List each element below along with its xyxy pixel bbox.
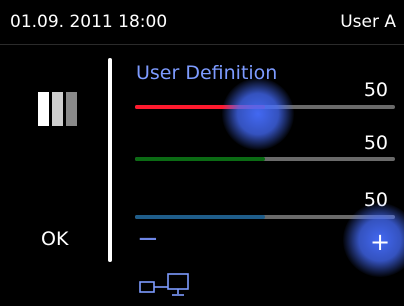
swatch-bar-3 <box>66 92 77 126</box>
ok-button[interactable]: OK <box>41 228 68 250</box>
blue-slider-fill <box>135 215 265 219</box>
swatch-bar-1 <box>38 92 49 126</box>
divider <box>108 58 112 262</box>
blue-slider-track[interactable] <box>135 215 395 219</box>
green-slider-fill <box>135 157 265 161</box>
page-title: User Definition <box>136 62 278 84</box>
red-slider-track[interactable] <box>135 105 395 109</box>
color-swatch[interactable] <box>38 92 78 126</box>
minus-button[interactable]: − <box>137 226 159 252</box>
swatch-bar-2 <box>52 92 63 126</box>
slider-knob-glow[interactable] <box>222 78 294 150</box>
red-value: 50 <box>363 79 388 101</box>
screen: 01.09. 2011 18:00 User A OK User Definit… <box>0 0 404 306</box>
connection-icon[interactable] <box>138 270 194 300</box>
user-label[interactable]: User A <box>340 12 396 32</box>
datetime-label: 01.09. 2011 18:00 <box>10 12 168 32</box>
status-bar: 01.09. 2011 18:00 User A <box>0 0 404 45</box>
plus-button[interactable]: + <box>363 228 397 256</box>
red-slider-fill <box>135 105 265 109</box>
green-slider-track[interactable] <box>135 157 395 161</box>
blue-value: 50 <box>363 189 388 211</box>
green-value: 50 <box>363 132 388 154</box>
